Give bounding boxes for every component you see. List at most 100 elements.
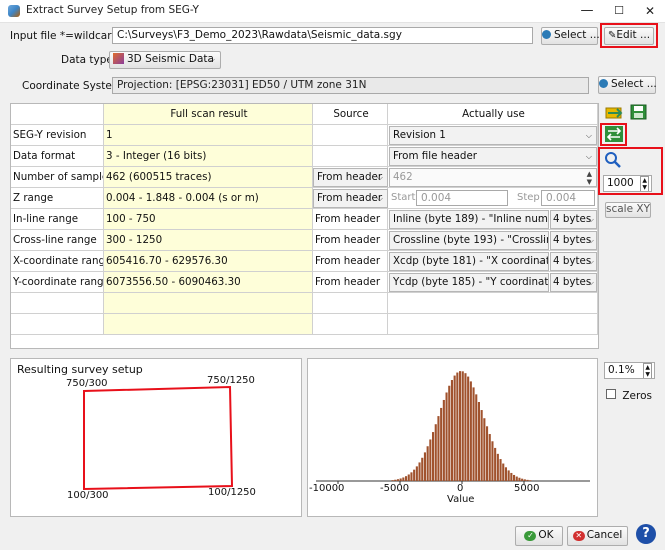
ycoord-header-dropdown[interactable]: Ycdp (byte 185) - "Y coordinate ⌵ [389,273,549,292]
histogram-chart [316,371,590,484]
histogram-bar [456,372,459,481]
inline-header-value: Inline (byte 189) - "Inline numb [393,213,549,225]
load-folder-icon[interactable] [605,104,623,120]
histogram-bar [491,441,494,481]
histogram-bar [507,470,510,481]
histogram-bar [426,446,429,481]
chevron-down-icon: ⌵ [585,152,592,161]
input-file-field[interactable]: C:\Surveys\F3_Demo_2023\Rawdata\Seismic_… [112,27,533,44]
minimize-button[interactable]: — [573,2,601,20]
close-button[interactable]: ✕ [636,2,664,20]
crossline-bytes-dropdown[interactable]: 4 bytes ⌵ [550,231,597,250]
xcoord-header-value: Xcdp (byte 181) - "X coordinate [393,255,549,267]
histogram-bar [448,385,451,481]
cancel-button[interactable]: ✕ Cancel [567,526,628,546]
x-tick-label: -5000 [380,483,410,494]
chevron-down-icon: ⌵ [587,215,594,224]
spin-arrows-icon[interactable]: ▲ ▼ [640,176,649,191]
ok-button[interactable]: ✓ OK [515,526,563,546]
number-of-samples-value: 462 [393,171,413,183]
edit-button[interactable]: ✎Edit ... [604,27,654,45]
chevron-down-icon: ⌵ [537,278,544,287]
ycoord-bytes-dropdown[interactable]: 4 bytes ⌵ [550,273,597,292]
header-actually-use: Actually use [388,104,598,125]
histogram-bar [434,424,437,481]
scan-result-table: Full scan result Source Actually use SEG… [10,103,599,349]
input-file-select-button[interactable]: Select ... [541,27,600,45]
help-icon[interactable]: ? [636,524,656,544]
row-label-z-range: Z range [11,188,104,209]
data-type-label: Data type [61,54,113,66]
histogram-bar [513,474,516,481]
crossline-bytes-value: 4 bytes [553,234,592,246]
zeros-checkbox[interactable] [606,389,616,399]
chevron-down-icon: ⌵ [208,55,215,64]
zeros-checkbox-row[interactable]: Zeros [606,389,652,402]
z-start-label: Start [391,192,416,203]
histogram-bar [429,439,432,481]
swap-arrows-icon[interactable] [605,126,623,142]
spin-arrows-icon[interactable]: ▲ ▼ [587,170,592,186]
inline-bytes-dropdown[interactable]: 4 bytes ⌵ [550,210,597,229]
segy-revision-value: Revision 1 [393,129,446,141]
empty-row [104,293,313,314]
empty-row [104,314,313,335]
scan-inline-range: 100 - 750 [104,209,313,230]
empty-row [11,314,104,335]
maximize-button[interactable]: ☐ [605,2,633,20]
segy-revision-dropdown[interactable]: Revision 1 ⌵ [389,126,597,145]
magnifier-icon[interactable] [604,151,622,169]
empty-row [313,293,388,314]
chevron-down-icon: ⌵ [537,236,544,245]
histogram-bar [450,380,453,481]
clip-value: 0.1% [608,364,635,376]
chevron-down-icon: ⌵ [376,173,383,182]
histogram-bar [459,371,462,481]
scan-y-coordinate-range: 6073556.50 - 6090463.30 [104,272,313,293]
histogram-bar [529,480,532,481]
chevron-down-icon: ⌵ [587,257,594,266]
survey-setup-panel: Resulting survey setup 750/300 750/1250 … [10,358,302,517]
app-icon [8,5,20,17]
window-title: Extract Survey Setup from SEG-Y [26,4,199,16]
ok-label: OK [538,529,554,541]
histogram-bar [467,376,470,481]
cancel-x-icon: ✕ [572,531,585,541]
z-start-field[interactable]: 0.004 [416,190,508,206]
x-tick-label: 0 [457,483,464,494]
chevron-down-icon: ⌵ [585,131,592,140]
zoom-spinbox[interactable]: 1000 ▲ ▼ [603,175,652,192]
empty-row [388,314,598,335]
empty-row [388,293,598,314]
x-tick-label: 5000 [514,483,540,494]
data-type-dropdown[interactable]: 3D Seismic Data ⌵ [109,51,221,69]
histogram-bar [407,474,410,481]
source-number-of-samples-dropdown[interactable]: From header ⌵ [313,168,388,187]
data-format-dropdown[interactable]: From file header ⌵ [389,147,597,166]
save-icon[interactable] [630,104,648,120]
scale-xy-button[interactable]: scale XY [605,202,651,218]
clip-spinbox[interactable]: 0.1% ▲ ▼ [604,362,655,379]
header-full-scan: Full scan result [104,104,313,125]
number-of-samples-spinbox[interactable]: 462 ▲ ▼ [389,168,597,187]
xcoord-bytes-dropdown[interactable]: 4 bytes ⌵ [550,252,597,271]
coordinate-system-select-button[interactable]: Select ... [598,76,657,94]
histogram-bar [523,479,526,481]
histogram-bar [418,462,421,481]
histogram-bar [405,476,408,481]
coordinate-system-label: Coordinate System [22,80,123,92]
z-step-field[interactable]: 0.004 [541,190,595,206]
crossline-header-dropdown[interactable]: Crossline (byte 193) - "Crosslin ⌵ [389,231,549,250]
select-label: Select ... [611,78,657,90]
xcoord-header-dropdown[interactable]: Xcdp (byte 181) - "X coordinate ⌵ [389,252,549,271]
inline-header-dropdown[interactable]: Inline (byte 189) - "Inline numb ⌵ [389,210,549,229]
select-icon [599,79,608,88]
source-y-coordinate-range: From header [313,272,388,293]
histogram-bar [521,478,524,481]
source-z-range-dropdown[interactable]: From header ⌵ [313,189,388,208]
scan-x-coordinate-range: 605416.70 - 629576.30 [104,251,313,272]
histogram-bar [437,416,440,481]
spin-arrows-icon[interactable]: ▲ ▼ [643,363,652,378]
input-file-label: Input file *=wildcard [10,30,118,42]
row-label-x-coordinate-range: X-coordinate range [11,251,104,272]
